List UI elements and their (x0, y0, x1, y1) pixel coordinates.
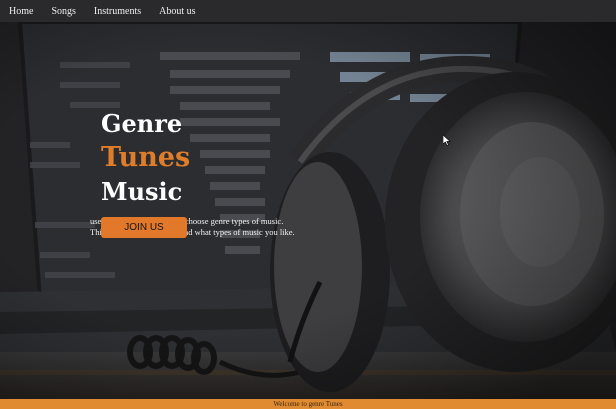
nav-link-home[interactable]: Home (9, 6, 33, 17)
footer-text: Welcome to genre Tunes (273, 400, 343, 408)
title-tunes: Tunes (101, 142, 191, 173)
nav-link-instruments[interactable]: Instruments (94, 6, 141, 17)
title-music: Music (101, 177, 183, 206)
join-us-button[interactable]: JOIN US (101, 217, 187, 238)
footer-bar: Welcome to genre Tunes (0, 399, 616, 409)
mouse-cursor-icon (443, 135, 451, 146)
nav-link-songs[interactable]: Songs (51, 6, 75, 17)
hero-background-image (0, 22, 616, 399)
title-genre: Genre (101, 109, 183, 138)
top-navbar: Home Songs Instruments About us (0, 0, 616, 22)
hero-section: Genre Tunes Music user to sign up accoun… (0, 22, 616, 399)
nav-link-about-us[interactable]: About us (159, 6, 195, 17)
brand-title: Genre Tunes Music (101, 107, 190, 209)
